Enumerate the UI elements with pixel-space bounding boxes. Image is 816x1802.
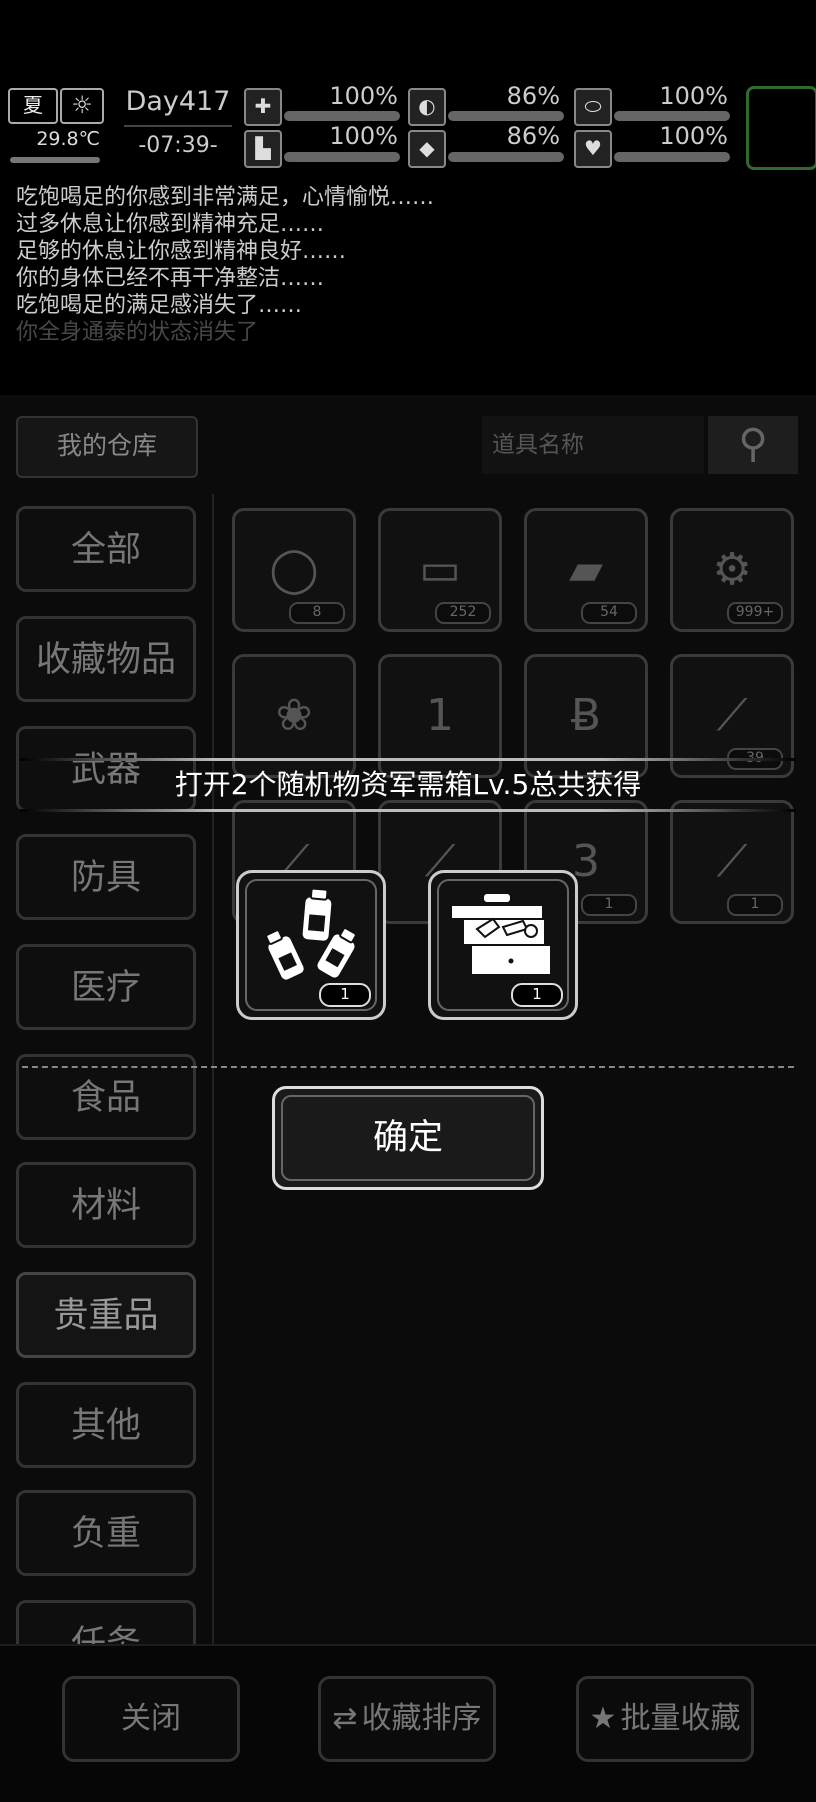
stamina-value: 100% — [329, 122, 398, 150]
mood-bar — [614, 111, 730, 121]
category-armor[interactable]: 防具 — [16, 834, 196, 920]
hunger-bar — [448, 111, 564, 121]
category-load[interactable]: 负重 — [16, 1490, 196, 1576]
reward-slot[interactable]: 1 — [236, 870, 386, 1020]
bottles-icon — [265, 887, 357, 982]
confirm-label: 确定 — [372, 1118, 443, 1158]
sun-icon: ☼ — [60, 88, 104, 124]
confirm-button[interactable]: 确定 — [272, 1086, 544, 1190]
item-count: 999+ — [727, 602, 783, 624]
category-favorites[interactable]: 收藏物品 — [16, 616, 196, 702]
message-log: 吃饱喝足的你感到非常满足，心情愉悦…… 过多休息让你感到精神充足…… 足够的休息… — [16, 184, 806, 346]
medkit-icon: ✚ — [244, 88, 282, 126]
log-line: 足够的休息让你感到精神良好…… — [16, 239, 347, 264]
batch-favorite-button[interactable]: ★ 批量收藏 — [576, 1676, 754, 1762]
star-icon: ★ — [589, 1701, 617, 1736]
category-all[interactable]: 全部 — [16, 506, 196, 592]
clock: -07:39- — [138, 133, 218, 158]
test-tube-2-icon[interactable]: ⟋ 1 — [670, 800, 794, 924]
sort-favorites-button[interactable]: ⇄ 收藏排序 — [318, 1676, 496, 1762]
search-input[interactable]: 道具名称 — [482, 416, 704, 474]
category-materials[interactable]: 材料 — [16, 1162, 196, 1248]
warehouse-tab[interactable]: 我的仓库 — [16, 416, 198, 478]
boot-icon: ▙ — [244, 130, 282, 168]
item-count: 1 — [727, 894, 783, 916]
log-line: 你全身通泰的状态消失了 — [16, 320, 259, 345]
category-valuables[interactable]: 贵重品 — [16, 1272, 196, 1358]
category-quest[interactable]: 任务 — [16, 1600, 196, 1644]
item-count: 1 — [581, 894, 637, 916]
reward-count: 1 — [319, 983, 371, 1007]
reward-slot[interactable]: 1 — [428, 870, 578, 1020]
ring-icon[interactable]: ◯ 8 — [232, 508, 356, 632]
log-line: 你的身体已经不再干净整洁…… — [16, 266, 325, 291]
log-line: 吃饱喝足的满足感消失了…… — [16, 293, 303, 318]
mood-value: 100% — [659, 82, 728, 110]
avatar[interactable] — [746, 86, 816, 170]
log-line: 吃饱喝足的你感到非常满足，心情愉悦…… — [16, 185, 435, 210]
thirst-bar — [448, 152, 564, 162]
item-count: 8 — [289, 602, 345, 624]
vitality-value: 100% — [659, 122, 728, 150]
wrench-coin-icon[interactable]: ⚙ 999+ — [670, 508, 794, 632]
log-line: 过多休息让你感到精神充足…… — [16, 212, 325, 237]
health-value: 100% — [329, 82, 398, 110]
health-bar — [284, 111, 400, 121]
reward-count: 1 — [511, 983, 563, 1007]
sort-arrows-icon: ⇄ — [332, 1701, 358, 1736]
close-button[interactable]: 关闭 — [62, 1676, 240, 1762]
search-icon[interactable]: ⚲ — [708, 416, 798, 474]
day-counter: Day417 — [125, 86, 231, 117]
pill-icon: ⬭ — [574, 88, 612, 126]
toolbox-icon — [450, 892, 552, 976]
stamina-bar — [284, 152, 400, 162]
dialog-divider — [22, 1066, 794, 1068]
cash-stack-icon[interactable]: ▭ 252 — [378, 508, 502, 632]
temperature-bar — [10, 157, 100, 163]
dialog-title: 打开2个随机物资军需箱Lv.5总共获得 — [0, 758, 816, 812]
category-list: 全部 收藏物品 武器 防具 医疗 食品 材料 贵重品 其他 负重 任务 — [8, 494, 214, 1644]
item-count: 252 — [435, 602, 491, 624]
heart-icon: ♥ — [574, 130, 612, 168]
vitality-bar — [614, 152, 730, 162]
sort-label: 收藏排序 — [361, 1701, 482, 1736]
category-medical[interactable]: 医疗 — [16, 944, 196, 1030]
thirst-value: 86% — [506, 122, 560, 150]
season-indicator: 夏 — [8, 88, 58, 124]
hunger-value: 86% — [506, 82, 560, 110]
category-other[interactable]: 其他 — [16, 1382, 196, 1468]
batch-label: 批量收藏 — [620, 1701, 741, 1736]
item-count: 54 — [581, 602, 637, 624]
divider — [124, 125, 232, 127]
gold-bars-icon[interactable]: ▰ 54 — [524, 508, 648, 632]
